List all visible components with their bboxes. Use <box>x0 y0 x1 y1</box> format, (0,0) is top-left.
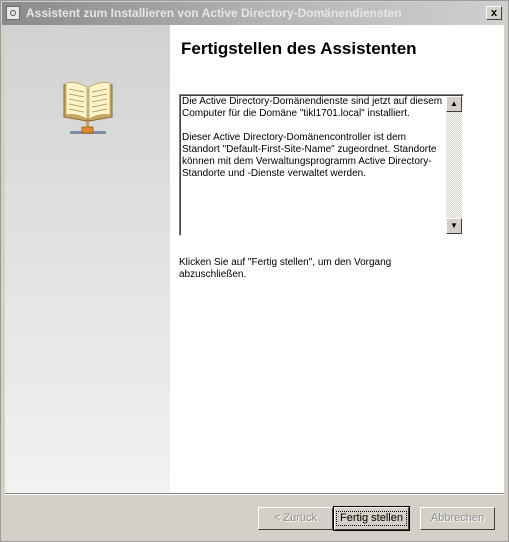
vertical-scrollbar[interactable]: ▲ ▼ <box>446 96 462 234</box>
button-separator <box>5 493 504 495</box>
instruction-text: Klicken Sie auf "Fertig stellen", um den… <box>179 257 392 280</box>
window-title: Assistent zum Installieren von Active Di… <box>26 6 402 20</box>
summary-paragraph: Die Active Directory-Domänendienste sind… <box>182 96 443 119</box>
wizard-window: Assistent zum Installieren von Active Di… <box>0 0 509 542</box>
wizard-side-banner <box>5 25 170 493</box>
finish-button-label: Fertig stellen <box>336 511 407 526</box>
summary-textbox[interactable]: Die Active Directory-Domänendienste sind… <box>179 94 464 236</box>
wizard-page: Fertigstellen des Assistenten Die Active… <box>5 25 504 493</box>
title-bar[interactable]: Assistent zum Installieren von Active Di… <box>2 2 507 25</box>
page-title: Fertigstellen des Assistenten <box>181 39 417 58</box>
close-button[interactable]: x <box>486 6 502 20</box>
summary-text: Die Active Directory-Domänendienste sind… <box>182 96 446 192</box>
setup-app-icon <box>6 6 20 20</box>
scroll-up-button[interactable]: ▲ <box>446 96 462 112</box>
back-button[interactable]: < Zurück <box>258 507 333 530</box>
cancel-button[interactable]: Abbrechen <box>420 507 495 530</box>
book-icon <box>63 82 113 134</box>
finish-button[interactable]: Fertig stellen <box>333 506 410 531</box>
summary-paragraph: Dieser Active Directory-Domänencontrolle… <box>182 132 437 179</box>
scroll-down-button[interactable]: ▼ <box>446 218 462 234</box>
